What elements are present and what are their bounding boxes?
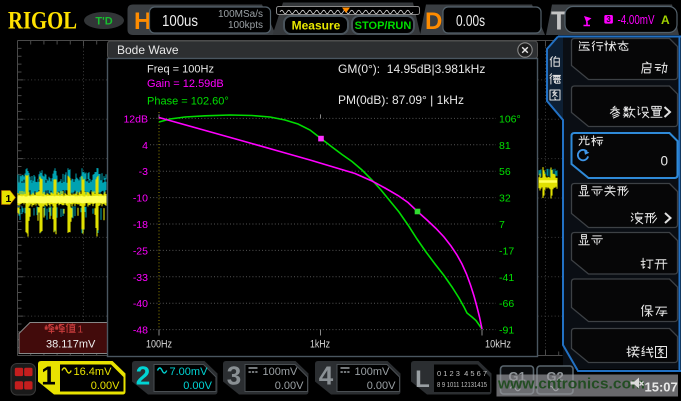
svg-text:56: 56	[499, 166, 511, 178]
svg-text:PM(0dB): 87.09° | 1kHz: PM(0dB): 87.09° | 1kHz	[338, 93, 464, 107]
svg-text:2: 2	[136, 361, 150, 391]
svg-text:3: 3	[227, 361, 241, 391]
svg-text:-33: -33	[133, 272, 148, 284]
svg-text:-25: -25	[133, 245, 148, 257]
svg-text:12dB: 12dB	[123, 113, 148, 125]
svg-text:STOP/RUN: STOP/RUN	[355, 20, 412, 32]
svg-text:-66: -66	[499, 298, 514, 310]
svg-text:Freq = 100Hz: Freq = 100Hz	[147, 64, 214, 76]
svg-text:0 1 2 3 4 5 6 7: 0 1 2 3 4 5 6 7	[437, 369, 487, 378]
svg-text:-40: -40	[133, 298, 148, 310]
svg-text:-48: -48	[133, 325, 148, 337]
svg-text:Bode Wave: Bode Wave	[117, 43, 179, 57]
svg-text:-4.00mV: -4.00mV	[618, 13, 656, 27]
svg-text:100kpts: 100kpts	[228, 20, 263, 31]
svg-text:-17: -17	[499, 245, 514, 257]
svg-text:1: 1	[6, 193, 12, 205]
svg-text:www.cntronics.com: www.cntronics.com	[497, 376, 645, 393]
svg-text:Phase = 102.60°: Phase = 102.60°	[147, 96, 229, 108]
svg-text:-10: -10	[133, 193, 148, 205]
svg-text:1kHz: 1kHz	[310, 339, 330, 351]
svg-text:0.00V: 0.00V	[367, 380, 396, 392]
svg-text:H: H	[134, 8, 151, 35]
svg-text:-41: -41	[499, 272, 514, 284]
svg-text:4: 4	[319, 361, 334, 391]
svg-text:D: D	[425, 8, 442, 35]
svg-text:-91: -91	[499, 325, 514, 337]
svg-text:4: 4	[142, 140, 148, 152]
svg-text:81: 81	[499, 140, 511, 152]
svg-text:32: 32	[499, 193, 511, 205]
svg-text:RIGOL: RIGOL	[8, 8, 77, 35]
svg-text:106°: 106°	[499, 113, 521, 125]
svg-text:10kHz: 10kHz	[485, 339, 511, 351]
svg-text:8 9 1011 12131415: 8 9 1011 12131415	[437, 380, 487, 389]
svg-text:0: 0	[660, 154, 668, 169]
svg-text:Measure: Measure	[292, 19, 341, 33]
svg-text:T'D: T'D	[95, 16, 112, 28]
svg-text:15:07: 15:07	[645, 380, 678, 395]
svg-text:0.00V: 0.00V	[275, 380, 304, 392]
svg-text:38.117mV: 38.117mV	[46, 339, 96, 351]
svg-text:7.00mV: 7.00mV	[170, 366, 209, 378]
svg-text:-3: -3	[139, 166, 148, 178]
svg-text:100MSa/s: 100MSa/s	[218, 9, 263, 20]
svg-text:100Hz: 100Hz	[146, 339, 172, 351]
svg-text:Gain = 12.59dB: Gain = 12.59dB	[147, 78, 224, 90]
svg-text:3: 3	[606, 15, 611, 24]
svg-text:0.00V: 0.00V	[91, 380, 120, 392]
svg-text:0.00s: 0.00s	[456, 13, 485, 30]
svg-text:16.4mV: 16.4mV	[74, 366, 113, 378]
svg-text:100us: 100us	[162, 13, 198, 30]
svg-text:1: 1	[41, 361, 55, 391]
svg-text:-18: -18	[133, 219, 148, 231]
svg-text:7: 7	[499, 219, 505, 231]
svg-text:GM(0°): 14.95dB|3.981kHz: GM(0°): 14.95dB|3.981kHz	[338, 62, 485, 76]
svg-text:1: 1	[78, 325, 84, 336]
svg-text:A: A	[661, 13, 670, 27]
svg-text:0.00V: 0.00V	[183, 380, 212, 392]
svg-text:100mV: 100mV	[355, 366, 391, 378]
svg-text:L: L	[415, 366, 430, 393]
svg-text:100mV: 100mV	[263, 366, 299, 378]
